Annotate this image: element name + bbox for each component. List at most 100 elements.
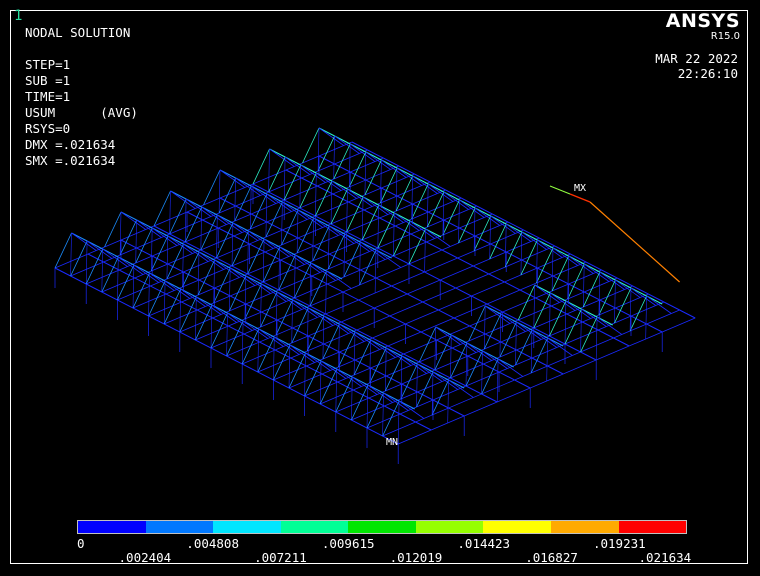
mesh-element-edge <box>416 363 418 408</box>
mesh-element-edge <box>322 323 340 360</box>
mesh-element-edge <box>375 249 401 268</box>
mesh-element-edge <box>150 235 169 272</box>
legend-tick-label: 0 <box>77 536 85 551</box>
mesh-element-edge <box>333 135 335 180</box>
mesh-element-edge <box>216 214 218 259</box>
mesh-element-edge <box>385 347 387 392</box>
mesh-element-edge <box>515 321 517 366</box>
mesh-element-edge <box>598 279 616 316</box>
legend-tick-label: .012019 <box>389 550 443 565</box>
mesh-element-edge <box>250 185 252 230</box>
mesh-element-edge <box>614 279 616 324</box>
mesh-element-edge <box>499 313 502 358</box>
mesh-element-edge <box>101 248 103 293</box>
legend-band <box>213 521 281 533</box>
legend-band <box>550 521 619 533</box>
mesh-element-edge <box>377 204 379 249</box>
mesh-element-edge <box>551 247 554 292</box>
mesh-element-edge <box>530 329 533 374</box>
legend-tick-label: .014423 <box>457 536 511 551</box>
deformed-mesh-plot <box>54 127 696 464</box>
mesh-element-edge <box>595 316 598 361</box>
mesh-element-edge <box>583 263 585 308</box>
mesh-element-edge <box>504 231 523 268</box>
mesh-element-edge <box>231 222 234 267</box>
mesh-element-edge <box>351 376 353 421</box>
mesh-element-edge <box>496 358 499 403</box>
mesh-element-edge <box>369 347 387 384</box>
mesh-element-edge <box>551 255 569 292</box>
contour-legend-bar <box>77 520 687 534</box>
mesh-element-edge <box>291 307 309 344</box>
mesh-element-edge <box>589 201 680 283</box>
legend-tick-label: .004808 <box>186 536 239 551</box>
legend-band <box>280 521 349 533</box>
mesh-element-edge <box>346 188 348 233</box>
mesh-element-edge <box>395 167 398 212</box>
mesh-element-edge <box>247 230 249 275</box>
mesh-element-edge <box>169 190 171 235</box>
mesh-element-edge <box>296 209 299 254</box>
mesh-element-edge <box>70 232 72 277</box>
mesh-element-edge <box>458 199 460 244</box>
mesh-element-edge <box>645 295 647 340</box>
mesh-element-edge <box>195 296 197 341</box>
legend-tick-label: .019231 <box>592 536 646 551</box>
legend-tick-label: .009615 <box>321 536 375 551</box>
mesh-element-edge <box>322 315 325 360</box>
mesh-element-edge <box>70 240 88 277</box>
mesh-element-edge <box>520 239 538 276</box>
mesh-element-edge <box>646 295 672 314</box>
mesh-element-edge <box>315 172 317 217</box>
mesh-element-edge <box>291 299 293 344</box>
mesh-element-edge <box>273 336 275 381</box>
mesh-element-edge <box>361 196 364 241</box>
mesh-element-edge <box>520 231 523 276</box>
mesh-element-edge <box>484 305 486 350</box>
mesh-element-edge <box>448 379 474 398</box>
mesh-element-edge <box>153 190 171 227</box>
mesh-element-edge <box>306 315 325 352</box>
mesh-element-edge <box>359 249 377 286</box>
mesh-element-edge <box>288 344 291 389</box>
mesh-element-edge <box>343 233 346 278</box>
mesh-element-edge <box>197 251 200 296</box>
mesh-element-edge <box>395 175 413 212</box>
mesh-element-edge <box>229 267 231 312</box>
mesh-element-edge <box>333 143 351 180</box>
mesh-element-edge <box>265 193 268 238</box>
mesh-element-edge <box>427 183 429 228</box>
mesh-element-edge <box>424 228 426 273</box>
legend-band <box>483 521 551 533</box>
mesh-element-edge <box>268 156 286 193</box>
mesh-element-edge <box>364 151 367 196</box>
mesh-element-edge <box>319 360 322 405</box>
mesh-element-edge <box>179 288 181 333</box>
mesh-element-edge <box>163 280 166 325</box>
mesh-element-edge <box>473 215 491 252</box>
mesh-element-edge <box>234 185 252 222</box>
mesh-element-edge <box>299 164 301 209</box>
mesh-element-edge <box>182 251 200 288</box>
mesh-element-edge <box>260 291 278 328</box>
mesh-element-edge <box>328 225 330 270</box>
mesh-element-edge <box>442 199 460 236</box>
mesh-element-edge <box>546 337 548 382</box>
mesh-element-edge <box>458 207 476 244</box>
mesh-element-edge <box>384 355 403 392</box>
mesh-element-edge <box>380 167 398 204</box>
mesh-element-edge <box>374 249 377 294</box>
mesh-element-edge <box>166 243 184 280</box>
mesh-element-edge <box>135 227 153 264</box>
legend-tick-label: .002404 <box>118 550 172 565</box>
mesh-element-edge <box>169 198 187 235</box>
mesh-element-edge <box>228 275 247 312</box>
mesh-element-edge <box>197 259 215 296</box>
mesh-element-edge <box>547 337 573 356</box>
mesh-element-edge <box>411 183 429 220</box>
mesh-element-edge <box>166 235 169 280</box>
mesh-element-edge <box>614 287 632 324</box>
mesh-element-edge <box>434 326 436 371</box>
mesh-element-edge <box>54 232 72 269</box>
min-marker-label: MN <box>386 437 399 448</box>
